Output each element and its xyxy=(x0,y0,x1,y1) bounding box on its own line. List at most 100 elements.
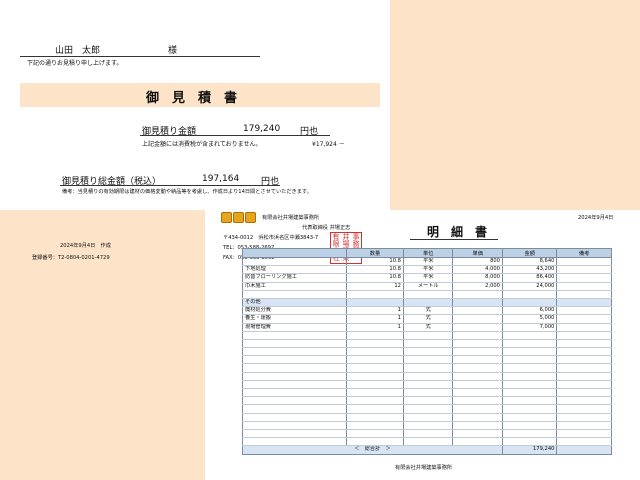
cell-note xyxy=(556,347,612,357)
cell-name xyxy=(242,372,347,381)
table-row xyxy=(242,437,612,447)
column-header: 金額 xyxy=(501,248,558,258)
cell-qty xyxy=(346,339,404,349)
cell-unit xyxy=(402,363,454,373)
cell-note xyxy=(556,298,612,308)
cell-note xyxy=(556,372,612,381)
cell-amount xyxy=(501,421,558,430)
table-row xyxy=(242,413,612,422)
cell-unit: 式 xyxy=(402,323,454,332)
cell-name xyxy=(242,331,347,340)
column-header: 数量 xyxy=(346,248,404,258)
cell-unit: 式 xyxy=(402,314,454,324)
cell-name xyxy=(242,347,347,357)
cell-unit: メートル xyxy=(402,282,454,291)
cell-price xyxy=(452,437,503,447)
cell-price xyxy=(452,331,503,340)
cell-price xyxy=(452,355,503,365)
cell-name: 養生・運搬 xyxy=(242,314,347,324)
cell-qty xyxy=(346,290,404,299)
background-block xyxy=(390,0,640,210)
cell-qty xyxy=(346,429,404,439)
registration-number: 登録番号：T2-0804-0201-4729 xyxy=(32,255,110,261)
cell-qty xyxy=(346,363,404,373)
cell-note xyxy=(556,355,612,365)
cell-unit xyxy=(402,388,454,398)
cell-price xyxy=(452,298,503,308)
cell-note xyxy=(556,388,612,398)
detail-title: 明 細 書 xyxy=(427,225,488,239)
table-row xyxy=(242,331,612,340)
cell-name: 下地処理 xyxy=(242,265,347,275)
cell-name xyxy=(242,355,347,365)
cell-price xyxy=(452,363,503,373)
table-row xyxy=(242,363,612,373)
cell-note xyxy=(556,396,612,406)
cell-name: 巾木施工 xyxy=(242,282,347,291)
cell-qty xyxy=(346,437,404,447)
background-block xyxy=(0,210,205,480)
cell-amount xyxy=(501,396,558,406)
table-row xyxy=(242,347,612,357)
table-row xyxy=(242,355,612,365)
section-row: その他 xyxy=(242,298,612,308)
amount-value: 179,240 xyxy=(243,124,281,134)
cell-price: 2,000 xyxy=(452,282,503,291)
divider xyxy=(60,185,280,186)
cell-amount xyxy=(501,347,558,357)
cell-amount: 24,000 xyxy=(501,282,558,291)
cell-note xyxy=(556,363,612,373)
cell-note xyxy=(556,273,612,283)
total-row-note xyxy=(556,445,612,455)
divider xyxy=(140,135,330,136)
cell-name xyxy=(242,257,347,267)
cell-price: 4,000 xyxy=(452,265,503,275)
table-row: 廃材処分費 1 式 6,000 xyxy=(242,306,612,316)
cell-qty xyxy=(346,372,404,381)
cell-qty xyxy=(346,347,404,357)
cell-amount: 86,400 xyxy=(501,273,558,283)
cell-qty: 10.8 xyxy=(346,257,404,267)
cell-name: 現場管理費 xyxy=(242,323,347,332)
cell-note xyxy=(556,404,612,414)
column-header: 備考 xyxy=(556,248,612,258)
cell-unit: 平米 xyxy=(402,273,454,283)
cell-name xyxy=(242,429,347,439)
cell-name xyxy=(242,421,347,430)
table-row xyxy=(242,429,612,439)
table-row: 現場管理費 1 式 7,000 xyxy=(242,323,612,332)
tax-note: 上記金額には消費税が含まれておりません。 xyxy=(142,141,262,148)
cell-note xyxy=(556,380,612,390)
cell-price: 8,000 xyxy=(452,273,503,283)
cell-note xyxy=(556,314,612,324)
cell-unit xyxy=(402,372,454,381)
cell-qty xyxy=(346,396,404,406)
cell-qty xyxy=(346,355,404,365)
cell-note xyxy=(556,331,612,340)
cell-amount xyxy=(501,298,558,308)
cell-unit: 平米 xyxy=(402,265,454,275)
cell-amount: 7,000 xyxy=(501,323,558,332)
company-logo xyxy=(221,212,256,223)
cell-note xyxy=(556,265,612,275)
table-row: 養生・運搬 1 式 5,000 xyxy=(242,314,612,324)
cell-price xyxy=(452,396,503,406)
honorific: 様 xyxy=(168,46,178,56)
company-address: 〒434-0012 浜松市浜名区中瀬3843-7 xyxy=(223,235,319,241)
divider xyxy=(410,239,498,240)
cell-amount: 5,000 xyxy=(501,314,558,324)
cell-price xyxy=(452,388,503,398)
cell-qty: 12 xyxy=(346,282,404,291)
document-title: 御 見 積 書 xyxy=(146,91,238,106)
column-header: 単価 xyxy=(452,248,503,258)
cell-unit xyxy=(402,413,454,422)
estimate-cover-page: 山田 太郎 様 下記の通りお見積り申し上げます。 御 見 積 書 御見積り金額 … xyxy=(0,0,390,210)
table-row xyxy=(242,380,612,390)
cell-qty: 10.8 xyxy=(346,273,404,283)
cell-qty: 10.8 xyxy=(346,265,404,275)
cell-name: その他 xyxy=(242,298,347,308)
divider xyxy=(20,56,260,57)
cell-unit: 平米 xyxy=(402,257,454,267)
cell-qty xyxy=(346,331,404,340)
cell-amount xyxy=(501,290,558,299)
